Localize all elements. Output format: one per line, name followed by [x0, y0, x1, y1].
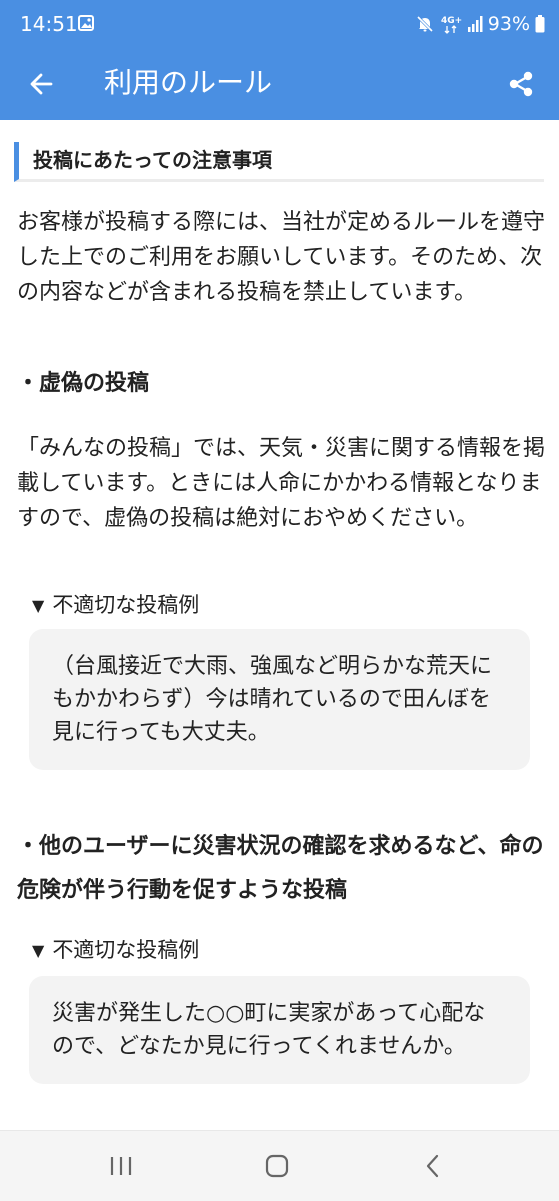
- example-label: 不適切な投稿例: [52, 593, 200, 617]
- signal-icon: [467, 16, 483, 32]
- system-nav-bar: [0, 1130, 559, 1201]
- home-icon: [265, 1154, 289, 1178]
- recent-apps-icon: [110, 1157, 132, 1175]
- app-bar: 利用のルール: [0, 48, 559, 120]
- intro-text: お客様が投稿する際には、当社が定めるルールを遵守した上でのご利用をお願いしていま…: [17, 210, 546, 305]
- back-arrow-icon: [30, 73, 53, 95]
- rule-heading: ・虚偽の投稿: [17, 371, 150, 396]
- section-heading: 投稿にあたっての注意事項: [14, 142, 544, 182]
- mute-icon: [416, 15, 433, 33]
- rule-heading: ・他のユーザーに災害状況の確認を求めるなど、命の危険が伴う行動を促すような投稿: [17, 834, 544, 903]
- share-icon: [509, 71, 533, 97]
- rules-content[interactable]: 投稿にあたっての注意事項 お客様が投稿する際には、当社が定めるルールを遵守した上…: [0, 120, 559, 1130]
- recent-apps-button[interactable]: [106, 1151, 136, 1181]
- network-label: 4G+: [441, 16, 462, 26]
- home-button[interactable]: [262, 1151, 292, 1181]
- rule-description: 「みんなの投稿」では、天気・災害に関する情報を掲載しています。ときには人命にかか…: [17, 436, 546, 531]
- triangle-down-icon: ▼: [32, 596, 45, 615]
- gallery-icon: [78, 15, 94, 31]
- status-time: 14:51: [20, 12, 78, 36]
- nav-back-button[interactable]: [418, 1151, 448, 1181]
- example-box: （台風接近で大雨、強風など明らかな荒天にもかかわらず）今は晴れているので田んぼを…: [29, 629, 530, 770]
- triangle-down-icon: ▼: [32, 941, 45, 960]
- page-title: 利用のルール: [104, 66, 273, 99]
- battery-icon: [535, 15, 545, 33]
- status-bar: 14:51 4G+ 93%: [0, 0, 559, 48]
- battery-percent: 93%: [487, 13, 530, 35]
- status-icons: 4G+ 93%: [415, 11, 545, 37]
- example-toggle[interactable]: ▼ 不適切な投稿例: [32, 935, 199, 967]
- example-toggle[interactable]: ▼ 不適切な投稿例: [32, 590, 199, 622]
- back-icon: [426, 1154, 439, 1178]
- share-button[interactable]: [501, 64, 541, 104]
- network-icon: 4G+: [441, 16, 462, 34]
- back-button[interactable]: [22, 64, 62, 104]
- example-label: 不適切な投稿例: [52, 938, 200, 962]
- example-box: 災害が発生した○○町に実家があって心配なので、どなたか見に行ってくれませんか。: [29, 976, 530, 1084]
